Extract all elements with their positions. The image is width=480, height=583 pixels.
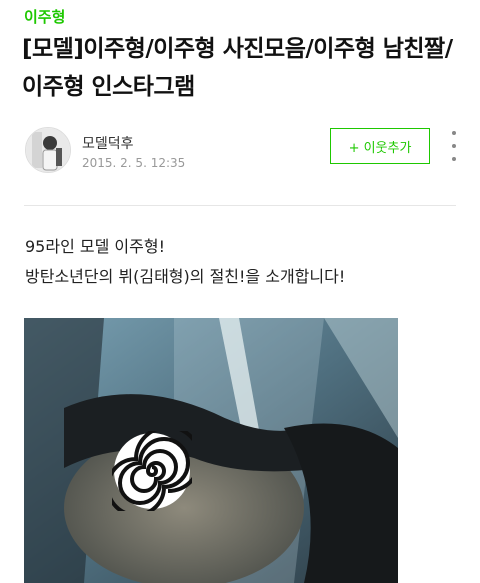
spiral-censor-icon (112, 431, 192, 511)
author-avatar[interactable] (25, 127, 71, 173)
author-name[interactable]: 모델덕후 (82, 133, 134, 153)
add-neighbor-button[interactable]: + 이웃추가 (330, 128, 430, 164)
divider (24, 205, 456, 206)
vertical-ellipsis-icon[interactable] (448, 131, 460, 161)
post-title: [모델]이주형/이주형 사진모음/이주형 남친짤/이주형 인스타그램 (22, 36, 453, 100)
photo-image (24, 318, 398, 583)
post-body: 95라인 모델 이주형! 방탄소년단의 뷔(김태형)의 절친!을 소개합니다! (25, 232, 345, 292)
body-line: 95라인 모델 이주형! (25, 237, 165, 256)
post-date: 2015. 2. 5. 12:35 (82, 156, 186, 170)
body-line: 방탄소년단의 뷔(김태형)의 절친!을 소개합니다! (25, 267, 346, 286)
post-photo[interactable] (24, 318, 398, 583)
post-category[interactable]: 이주형 (24, 6, 65, 27)
